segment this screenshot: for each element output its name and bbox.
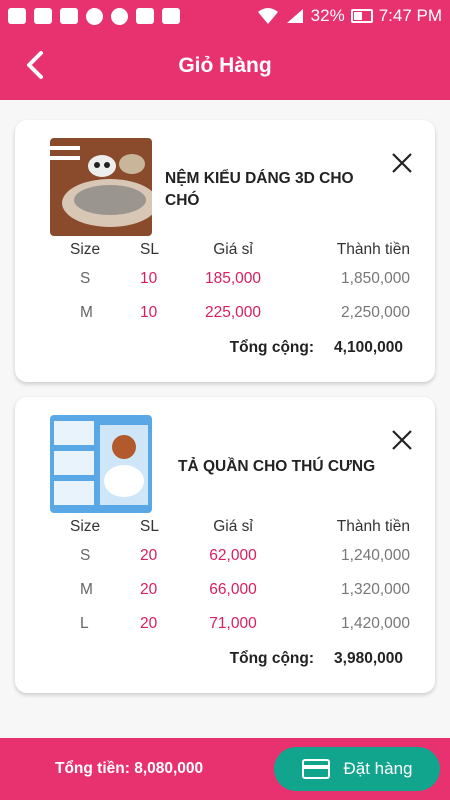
total-label: Tổng cộng: — [229, 339, 315, 356]
chat-icon — [8, 8, 26, 24]
total-value: 3,980,000 — [334, 650, 403, 667]
back-arrow-icon — [27, 51, 43, 79]
header-qty: SL — [140, 518, 159, 535]
close-icon — [392, 153, 412, 173]
checkout-bar: Tổng tiền: 8,080,000 Đặt hàng — [0, 738, 450, 800]
row-price: 62,000 — [209, 547, 257, 564]
row-subtotal: 1,240,000 — [341, 547, 410, 564]
clock: 7:47 PM — [378, 6, 442, 25]
row-subtotal: 1,420,000 — [341, 615, 410, 632]
signal-icon — [286, 9, 303, 23]
header-subtotal: Thành tiền — [336, 518, 410, 535]
remove-item-button[interactable] — [389, 150, 415, 176]
table-row: S 20 62,000 1,240,000 — [15, 547, 435, 571]
cart-item-card: TẢ QUẦN CHO THÚ CƯNG Size SL Giá sỉ Thàn… — [15, 397, 435, 693]
remove-item-button[interactable] — [389, 427, 415, 453]
wifi-icon — [257, 8, 278, 24]
table-row: M 10 225,000 2,250,000 — [15, 304, 435, 328]
message-icon — [34, 8, 52, 24]
product-image — [50, 138, 152, 236]
table-row: L 20 71,000 1,420,000 — [15, 615, 435, 639]
app-bar: Giỏ Hàng — [0, 32, 450, 100]
sync-icon — [86, 7, 103, 25]
table-header: Size SL Giá sỉ Thành tiền — [15, 518, 435, 542]
place-order-button[interactable]: Đặt hàng — [274, 747, 440, 791]
row-qty: 20 — [140, 547, 158, 564]
row-price: 71,000 — [209, 615, 257, 632]
total-label: Tổng cộng: — [229, 650, 315, 667]
grand-total: Tổng tiền: 8,080,000 — [55, 760, 204, 777]
page-title: Giỏ Hàng — [178, 54, 272, 77]
credit-card-icon — [301, 759, 330, 779]
row-subtotal: 1,320,000 — [341, 581, 410, 598]
item-total: Tổng cộng: 3,980,000 — [230, 650, 403, 668]
header-size: Size — [70, 241, 101, 258]
header-price: Giá sỉ — [213, 241, 253, 258]
row-size: L — [80, 615, 89, 632]
table-row: S 10 185,000 1,850,000 — [15, 270, 435, 294]
app-icon — [162, 8, 180, 24]
header-price: Giá sỉ — [213, 518, 253, 535]
item-total: Tổng cộng: 4,100,000 — [230, 339, 403, 357]
row-size: S — [80, 547, 91, 564]
place-order-label: Đặt hàng — [343, 759, 413, 778]
battery-icon — [350, 9, 373, 23]
news-icon — [136, 8, 154, 24]
notification-icons — [8, 7, 180, 25]
header-size: Size — [70, 518, 101, 535]
row-qty: 20 — [140, 615, 158, 632]
battery-percent: 32% — [310, 6, 345, 25]
row-qty: 10 — [140, 270, 158, 287]
square-icon — [60, 8, 78, 24]
row-size: M — [80, 304, 93, 321]
product-name: NỆM KIỂU DÁNG 3D CHO CHÓ — [165, 170, 354, 209]
total-value: 4,100,000 — [334, 339, 403, 356]
table-row: M 20 66,000 1,320,000 — [15, 581, 435, 605]
row-qty: 20 — [140, 581, 158, 598]
back-button[interactable] — [18, 48, 52, 82]
row-size: S — [80, 270, 91, 287]
close-icon — [392, 430, 412, 450]
row-subtotal: 1,850,000 — [341, 270, 410, 287]
row-qty: 10 — [140, 304, 158, 321]
product-image — [50, 415, 152, 513]
row-size: M — [80, 581, 93, 598]
row-price: 225,000 — [204, 304, 262, 321]
product-name: TẢ QUẦN CHO THÚ CƯNG — [178, 458, 376, 475]
row-price: 185,000 — [204, 270, 262, 287]
cart-item-card: NỆM KIỂU DÁNG 3D CHO CHÓ Size SL Giá sỉ … — [15, 120, 435, 382]
status-bar: 32% 7:47 PM — [0, 0, 450, 32]
row-price: 66,000 — [209, 581, 257, 598]
header-subtotal: Thành tiền — [336, 241, 410, 258]
header-qty: SL — [140, 241, 159, 258]
row-subtotal: 2,250,000 — [341, 304, 410, 321]
circle-icon — [111, 7, 128, 25]
table-header: Size SL Giá sỉ Thành tiền — [15, 241, 435, 265]
